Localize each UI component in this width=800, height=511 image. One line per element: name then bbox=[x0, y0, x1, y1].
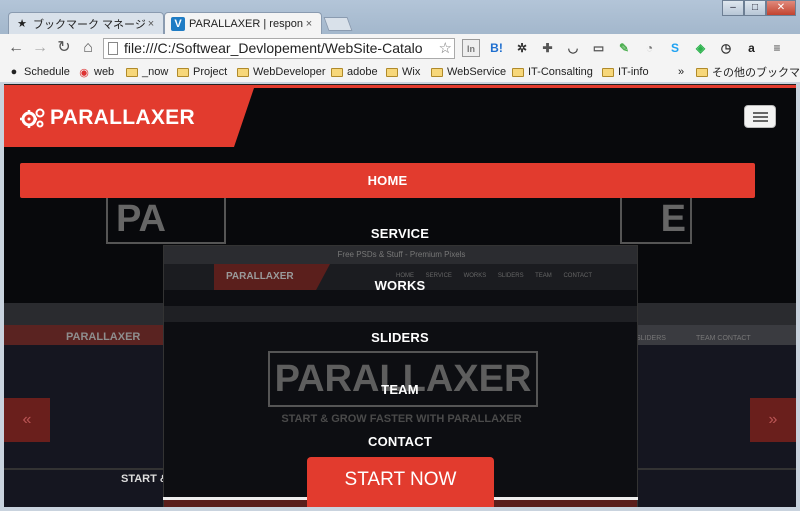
preview-strip bbox=[164, 306, 637, 322]
folder-icon bbox=[177, 67, 189, 77]
reload-icon[interactable]: ↻ bbox=[54, 38, 74, 58]
home-icon[interactable]: ⌂ bbox=[78, 38, 98, 58]
forward-icon[interactable]: → bbox=[30, 38, 50, 58]
bookmark-folder-it-info[interactable]: IT-info bbox=[602, 64, 649, 80]
tab-parallaxer[interactable]: V PARALLAXER | responsi × bbox=[164, 12, 322, 34]
nav-works[interactable]: WORKS bbox=[4, 278, 796, 293]
bookmark-label: adobe bbox=[347, 66, 378, 78]
folder-icon bbox=[237, 67, 249, 77]
tab-title: PARALLAXER | responsi bbox=[189, 17, 303, 30]
folder-icon bbox=[386, 67, 398, 77]
address-bar[interactable]: file:///C:/Softwear_Devlopement/WebSite-… bbox=[103, 38, 455, 59]
close-tab-icon[interactable]: × bbox=[303, 18, 315, 30]
hamburger-line bbox=[753, 112, 768, 114]
bookmark-label: WebService bbox=[447, 66, 507, 78]
clock-icon[interactable]: ◷ bbox=[717, 39, 735, 57]
nav-home[interactable]: HOME bbox=[20, 163, 755, 198]
bookmark-folder-project[interactable]: Project bbox=[177, 64, 227, 80]
page-icon bbox=[108, 42, 118, 55]
bookmark-label: _now bbox=[142, 66, 169, 78]
hatena-bookmark-icon[interactable]: B! bbox=[488, 39, 506, 57]
other-bookmarks-folder[interactable]: その他のブックマーク bbox=[696, 64, 800, 80]
address-text: file:///C:/Softwear_Devlopement/WebSite-… bbox=[124, 40, 423, 56]
bookmark-label: Wix bbox=[402, 66, 421, 78]
preview-title: PARALLAXER bbox=[268, 351, 538, 407]
bookmark-schedule[interactable]: ● Schedule bbox=[8, 64, 70, 80]
preview-top-bar: Free PSDs & Stuff - Premium Pixels bbox=[164, 246, 637, 264]
tab-bookmark-manager[interactable]: ★ ブックマーク マネージャ × bbox=[8, 12, 164, 34]
nav-team[interactable]: TEAM bbox=[4, 382, 796, 397]
tab-title: ブックマーク マネージャ bbox=[33, 18, 145, 31]
translate-icon[interactable]: ◔ bbox=[641, 39, 659, 57]
browser-toolbar: ← → ↻ ⌂ file:///C:/Softwear_Devlopement/… bbox=[0, 34, 800, 62]
preview-subtitle: START & GROW FASTER WITH PARALLAXER bbox=[281, 413, 522, 425]
star-icon: ★ bbox=[17, 17, 27, 30]
bookmark-label: IT-info bbox=[618, 66, 649, 78]
bookmark-label: その他のブックマーク bbox=[712, 67, 800, 79]
close-tab-icon[interactable]: × bbox=[145, 18, 157, 30]
start-now-button[interactable]: START NOW bbox=[307, 457, 494, 507]
bookmark-label: Project bbox=[193, 66, 228, 78]
bookmark-folder-it-consalting[interactable]: IT-Consalting bbox=[512, 64, 593, 80]
new-tab-button[interactable] bbox=[323, 17, 353, 31]
in-icon[interactable]: In bbox=[462, 39, 480, 57]
background-subtitle-left: START & bbox=[121, 473, 168, 485]
hamburger-line bbox=[753, 120, 768, 122]
folder-icon bbox=[512, 67, 524, 77]
bookmark-folder-webdeveloper[interactable]: WebDeveloper bbox=[237, 64, 326, 80]
bookmark-label: Schedule bbox=[24, 66, 70, 78]
chrome-icon: ◉ bbox=[79, 66, 89, 79]
brand-logo[interactable]: PARALLAXER bbox=[4, 88, 254, 147]
evernote-icon[interactable]: ✎ bbox=[615, 39, 633, 57]
amazon-icon[interactable]: a bbox=[743, 39, 761, 57]
cast-icon[interactable]: ▭ bbox=[590, 39, 608, 57]
folder-icon bbox=[696, 67, 708, 77]
close-window-button[interactable]: ✕ bbox=[766, 0, 796, 16]
folder-icon bbox=[331, 67, 343, 77]
hamburger-menu-button[interactable] bbox=[744, 105, 776, 128]
bookmark-folder-now[interactable]: _now bbox=[126, 64, 168, 80]
bookmark-label: IT-Consalting bbox=[528, 66, 593, 78]
bookmarks-bar: ● Schedule ◉ web _now Project WebDevelop… bbox=[0, 62, 800, 82]
nav-service[interactable]: SERVICE bbox=[4, 226, 796, 241]
bookmark-star-icon[interactable]: ☆ bbox=[436, 39, 452, 58]
browser-tab-strip: ★ ブックマーク マネージャ × V PARALLAXER | responsi… bbox=[0, 0, 800, 34]
site-header: PARALLAXER bbox=[4, 88, 796, 147]
hamburger-line bbox=[753, 116, 768, 118]
maximize-button[interactable]: □ bbox=[744, 0, 766, 16]
brand-name: PARALLAXER bbox=[50, 105, 195, 129]
nav-sliders[interactable]: SLIDERS bbox=[4, 330, 796, 345]
feedly-icon[interactable]: ◈ bbox=[692, 39, 710, 57]
minimize-button[interactable]: ‒ bbox=[722, 0, 744, 16]
gear-extension-icon[interactable]: ✲ bbox=[513, 39, 531, 57]
folder-icon bbox=[431, 67, 443, 77]
menu-icon[interactable]: ≡ bbox=[768, 39, 786, 57]
nav-contact[interactable]: CONTACT bbox=[4, 434, 796, 449]
bookmark-folder-wix[interactable]: Wix bbox=[386, 64, 420, 80]
apple-icon: ● bbox=[10, 66, 18, 78]
bookmarks-overflow-button[interactable]: » bbox=[678, 64, 684, 80]
page-viewport: PARALLAXER SLIDERS TEAM CONTACT PA E STA… bbox=[4, 84, 796, 507]
folder-icon bbox=[602, 67, 614, 77]
bookmark-label: web bbox=[94, 66, 115, 78]
pocket-icon[interactable]: ◡ bbox=[564, 39, 582, 57]
bookmark-web[interactable]: ◉ web bbox=[78, 64, 114, 80]
bookmark-label: WebDeveloper bbox=[253, 66, 326, 78]
bookmark-folder-adobe[interactable]: adobe bbox=[331, 64, 378, 80]
puzzle-extension-icon[interactable]: ✚ bbox=[539, 39, 557, 57]
gears-icon bbox=[20, 108, 45, 128]
site-favicon-icon: V bbox=[171, 16, 185, 31]
folder-icon bbox=[126, 67, 138, 77]
back-icon[interactable]: ← bbox=[6, 38, 26, 58]
skype-icon[interactable]: S bbox=[666, 39, 684, 57]
bookmark-folder-webservice[interactable]: WebService bbox=[431, 64, 506, 80]
